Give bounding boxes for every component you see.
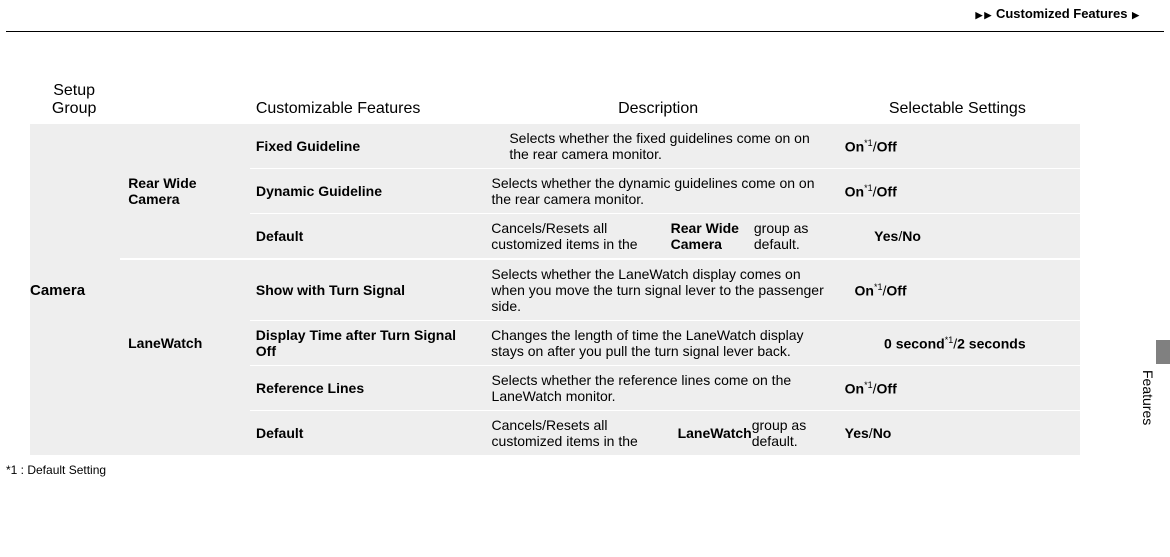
subgroup-lanewatch: LaneWatch bbox=[118, 321, 246, 365]
chevron-right-icon: ▶ bbox=[984, 10, 991, 20]
header-description: Description bbox=[482, 100, 835, 118]
subgroup-rear-wide-camera: Rear Wide Camera bbox=[118, 169, 246, 213]
subgroup-cell bbox=[118, 260, 246, 320]
feature-name: Show with Turn Signal bbox=[246, 260, 482, 320]
feature-name: Fixed Guideline bbox=[246, 124, 481, 168]
breadcrumb: ▶▶ Customized Features ▶ bbox=[0, 0, 1170, 31]
setup-group-cell bbox=[30, 411, 118, 455]
feature-description: Selects whether the dynamic guidelines c… bbox=[482, 169, 835, 213]
column-headers: Setup Group Customizable Features Descri… bbox=[30, 82, 1080, 124]
header-customizable-features: Customizable Features bbox=[246, 100, 482, 118]
side-tab-label: Features bbox=[1140, 370, 1156, 425]
table-row: Rear Wide Camera Dynamic Guideline Selec… bbox=[30, 169, 1080, 213]
table-row: Camera Show with Turn Signal Selects whe… bbox=[30, 260, 1080, 320]
table-row: Default Cancels/Resets all customized it… bbox=[30, 411, 1080, 455]
selectable-settings: On*1/Off bbox=[835, 169, 1080, 213]
side-tab bbox=[1156, 340, 1170, 364]
feature-name: Default bbox=[246, 411, 482, 455]
header-setup-group: Setup Group bbox=[30, 82, 118, 118]
page-body: Setup Group Customizable Features Descri… bbox=[0, 32, 1110, 455]
table-row: Fixed Guideline Selects whether the fixe… bbox=[30, 124, 1080, 168]
setup-group-cell bbox=[30, 124, 118, 168]
subgroup-cell bbox=[118, 366, 246, 410]
selectable-settings: Yes/No bbox=[834, 214, 1080, 258]
feature-name: Default bbox=[246, 214, 481, 258]
setup-group-cell bbox=[30, 169, 118, 213]
feature-description: Cancels/Resets all customized items in t… bbox=[482, 411, 835, 455]
feature-name: Dynamic Guideline bbox=[246, 169, 482, 213]
selectable-settings: 0 second*1/2 seconds bbox=[834, 321, 1080, 365]
selectable-settings: On*1/Off bbox=[835, 124, 1080, 168]
feature-description: Changes the length of time the LaneWatch… bbox=[481, 321, 834, 365]
selectable-settings: On*1/Off bbox=[834, 260, 1080, 320]
feature-description: Cancels/Resets all customized items in t… bbox=[481, 214, 834, 258]
feature-name: Display Time after Turn Signal Off bbox=[246, 321, 481, 365]
chevron-right-icon: ▶ bbox=[1132, 10, 1139, 20]
setup-group-camera: Camera bbox=[30, 260, 118, 320]
selectable-settings: On*1/Off bbox=[835, 366, 1080, 410]
setup-group-cell bbox=[30, 366, 118, 410]
breadcrumb-text: Customized Features bbox=[996, 6, 1127, 21]
selectable-settings: Yes/No bbox=[835, 411, 1080, 455]
footnote-default-setting: *1 : Default Setting bbox=[0, 455, 1170, 485]
setup-group-cell bbox=[30, 321, 118, 365]
table-row: Default Cancels/Resets all customized it… bbox=[30, 214, 1080, 258]
feature-name: Reference Lines bbox=[246, 366, 482, 410]
subgroup-cell bbox=[118, 214, 246, 258]
table-row: Reference Lines Selects whether the refe… bbox=[30, 366, 1080, 410]
feature-description: Selects whether the fixed guidelines com… bbox=[481, 124, 834, 168]
feature-description: Selects whether the reference lines come… bbox=[482, 366, 835, 410]
subgroup-cell bbox=[118, 124, 246, 168]
subgroup-cell bbox=[118, 411, 246, 455]
settings-table: Fixed Guideline Selects whether the fixe… bbox=[30, 124, 1080, 455]
setup-group-cell bbox=[30, 214, 118, 258]
feature-description: Selects whether the LaneWatch display co… bbox=[481, 260, 834, 320]
header-selectable-settings: Selectable Settings bbox=[835, 100, 1080, 118]
chevron-right-icon: ▶ bbox=[976, 10, 983, 20]
table-row: LaneWatch Display Time after Turn Signal… bbox=[30, 321, 1080, 365]
